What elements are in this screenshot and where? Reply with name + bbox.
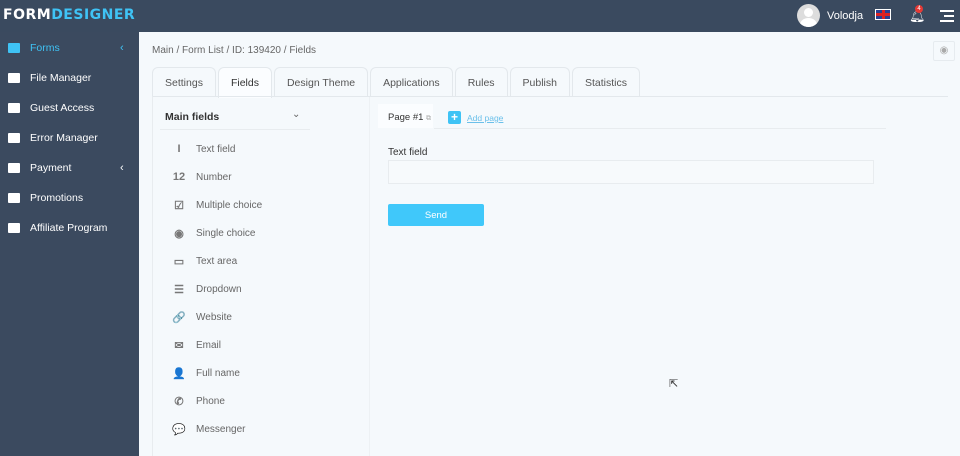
sidebar-item-payment[interactable]: Payment ‹ (0, 153, 139, 183)
hamburger-menu-icon[interactable] (940, 10, 954, 25)
sidebar-item-label: Forms (30, 42, 60, 54)
sidebar-item-label: Error Manager (30, 132, 98, 144)
divider (434, 128, 886, 129)
field-type-phone[interactable]: ✆ Phone (172, 395, 225, 408)
sidebar-item-promotions[interactable]: Promotions (0, 183, 139, 213)
field-type-text-field[interactable]: I Text field (172, 143, 235, 155)
tab-design-theme[interactable]: Design Theme (273, 67, 369, 97)
breadcrumb-separator: / (223, 45, 233, 56)
field-type-icon: ☰ (174, 284, 184, 296)
folder-icon (8, 73, 20, 83)
field-type-label: Full name (196, 368, 240, 379)
field-type-icon: ✉ (174, 340, 184, 352)
field-type-text-area[interactable]: ▭ Text area (172, 255, 237, 268)
tab-fields[interactable]: Fields (217, 67, 272, 98)
chevron-left-icon: ‹ (120, 42, 124, 54)
field-type-icon: 🔗 (172, 312, 186, 324)
breadcrumb-item[interactable]: ID: 139420 (232, 45, 281, 56)
field-type-multiple-choice[interactable]: ☑ Multiple choice (172, 199, 262, 212)
field-type-label: Multiple choice (196, 200, 263, 211)
dollar-icon (8, 223, 20, 233)
preview-eye-icon[interactable]: ◉ (933, 41, 955, 61)
sidebar-item-label: Promotions (30, 192, 84, 204)
notification-badge: 4 (915, 5, 923, 13)
send-button[interactable]: Send (388, 204, 484, 226)
field-type-messenger[interactable]: 💬 Messenger (172, 423, 245, 436)
field-type-dropdown[interactable]: ☰ Dropdown (172, 283, 242, 296)
field-type-email[interactable]: ✉ Email (172, 339, 221, 352)
fields-panel: Main fields ⌄ I Text field 12 Number ☑ Multip… (152, 97, 370, 456)
card-icon (8, 163, 20, 173)
gift-icon (8, 193, 20, 203)
tab-bar: Settings Fields Design Theme Applications Ru… (152, 67, 642, 98)
user-name: Volodja (827, 9, 864, 22)
field-type-icon: 💬 (172, 424, 186, 436)
text-field-label: Text field (388, 147, 428, 158)
sidebar-item-label: Affiliate Program (30, 222, 108, 234)
field-type-label: Number (196, 171, 232, 183)
breadcrumb: Main / Form List / ID: 139420 / Fields (152, 45, 316, 56)
avatar (797, 4, 820, 27)
user-circle-icon (8, 103, 20, 113)
field-type-label: Email (196, 340, 222, 351)
logo[interactable]: FORMDESIGNER (3, 7, 135, 23)
field-type-label: Website (196, 312, 232, 323)
breadcrumb-item: Fields (289, 45, 317, 56)
user-menu[interactable]: Volodja (797, 4, 863, 27)
uk-flag-icon[interactable] (875, 9, 891, 20)
field-type-full-name[interactable]: 👤 Full name (172, 367, 240, 380)
mouse-cursor-icon: ⇱ (669, 378, 679, 390)
field-type-icon: ◉ (174, 228, 184, 240)
sidebar-item-guest-access[interactable]: Guest Access (0, 93, 139, 123)
add-page-link[interactable]: Add page (467, 113, 503, 123)
field-type-single-choice[interactable]: ◉ Single choice (172, 227, 255, 240)
tab-rules[interactable]: Rules (454, 67, 508, 97)
page-tab[interactable]: Page #1 ⧉ (378, 104, 433, 128)
sidebar-item-forms[interactable]: Forms ‹ (0, 33, 139, 63)
fields-category-title[interactable]: Main fields (165, 111, 219, 123)
field-type-label: Text field (196, 143, 236, 155)
field-type-icon: 👤 (172, 368, 186, 380)
sidebar-item-error-manager[interactable]: Error Manager (0, 123, 139, 153)
sidebar-item-label: File Manager (30, 72, 92, 84)
warning-icon (8, 133, 20, 143)
tab-settings[interactable]: Settings (152, 67, 216, 97)
field-type-icon: 12 (172, 171, 186, 183)
field-type-icon: I (177, 143, 181, 155)
tab-statistics[interactable]: Statistics (572, 67, 641, 97)
field-type-icon: ▭ (173, 256, 185, 268)
field-type-number[interactable]: 12 Number (172, 171, 232, 183)
field-type-label: Messenger (196, 424, 246, 435)
field-type-label: Phone (196, 396, 225, 407)
chevron-down-icon[interactable]: ⌄ (292, 109, 300, 120)
divider (160, 129, 310, 130)
breadcrumb-separator: / (173, 45, 183, 56)
forms-icon (8, 43, 20, 53)
chevron-left-icon: ‹ (120, 162, 124, 174)
sidebar-item-file-manager[interactable]: File Manager (0, 63, 139, 93)
breadcrumb-item[interactable]: Main (152, 45, 174, 56)
top-bar: FORMDESIGNER Volodja 🔔︎ 4 (0, 0, 960, 32)
sidebar: Forms ‹ File Manager Guest Access Error Mana… (0, 32, 139, 456)
field-type-icon: ☑ (174, 200, 184, 212)
field-type-label: Text area (196, 256, 238, 267)
field-type-website[interactable]: 🔗 Website (172, 311, 232, 324)
copy-icon[interactable]: ⧉ (426, 115, 431, 122)
field-type-label: Dropdown (196, 284, 242, 295)
text-field-input[interactable] (388, 160, 874, 184)
add-page-plus-icon[interactable]: + (448, 111, 461, 124)
tab-applications[interactable]: Applications (370, 67, 453, 97)
sidebar-item-label: Guest Access (30, 102, 95, 114)
sidebar-item-affiliate-program[interactable]: Affiliate Program (0, 213, 139, 243)
breadcrumb-item[interactable]: Form List (182, 45, 224, 56)
field-type-icon: ✆ (174, 396, 184, 408)
field-type-label: Single choice (196, 228, 256, 239)
sidebar-item-label: Payment (30, 162, 72, 174)
tab-publish[interactable]: Publish (509, 67, 570, 97)
